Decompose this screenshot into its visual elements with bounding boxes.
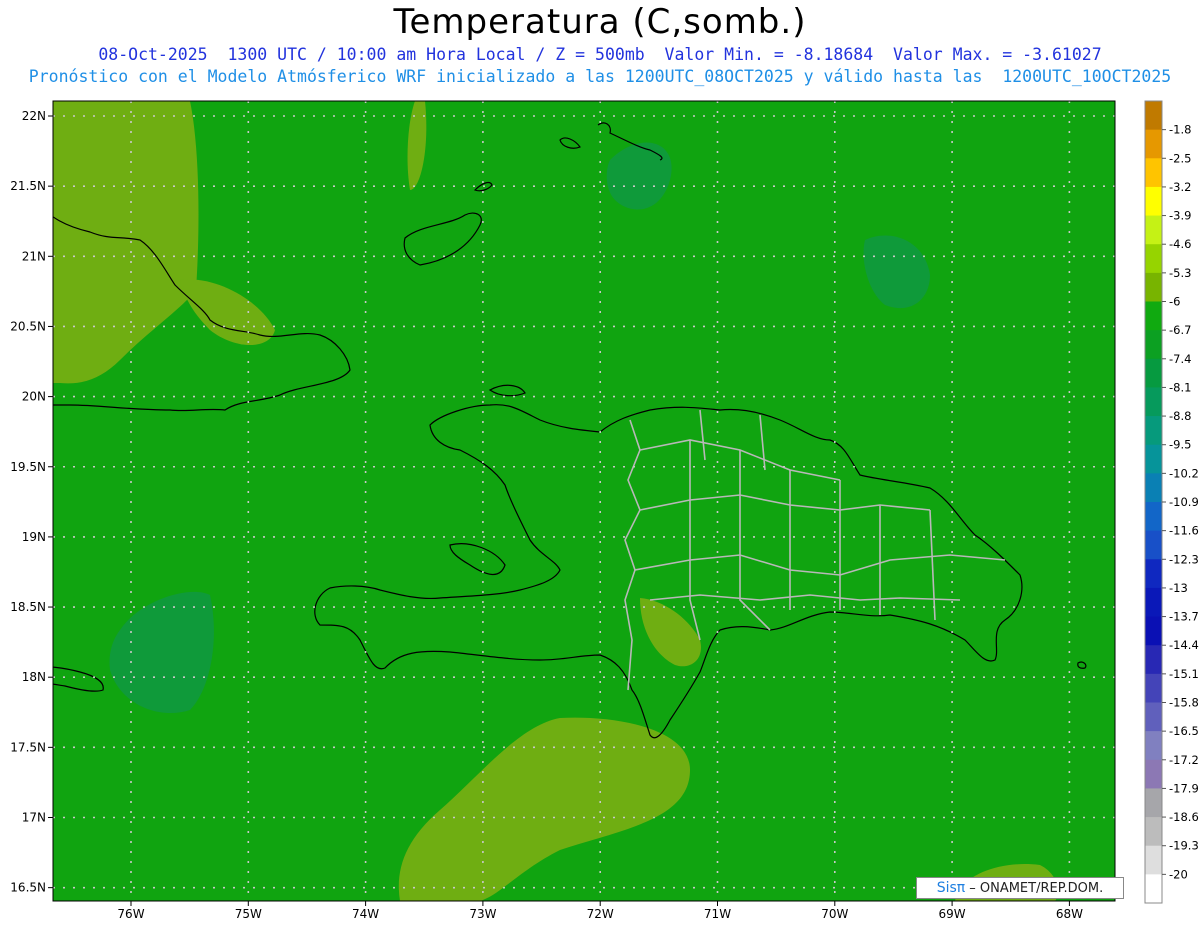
colorbar-label: -10.9 xyxy=(1169,495,1199,509)
colorbar-label: -10.2 xyxy=(1169,466,1199,480)
lon-tick-label: 68W xyxy=(1056,907,1083,921)
colorbar-label: -5.3 xyxy=(1169,266,1191,280)
colorbar-label: -7.4 xyxy=(1169,352,1191,366)
lon-tick-label: 73W xyxy=(469,907,496,921)
lat-tick-label: 20N xyxy=(22,390,46,404)
lat-tick-label: 22N xyxy=(22,109,46,123)
lat-tick-label: 21N xyxy=(22,249,46,263)
lat-tick-label: 17.5N xyxy=(10,740,46,754)
colorbar-label: -9.5 xyxy=(1169,438,1191,452)
credit-box: Sisπ – ONAMET/REP.DOM. xyxy=(916,877,1124,899)
colorbar-label: -17.9 xyxy=(1169,781,1199,795)
colorbar-label: -20 xyxy=(1169,867,1188,881)
lat-tick-label: 16.5N xyxy=(10,881,46,895)
colorbar-label: -6.7 xyxy=(1169,323,1191,337)
colorbar-segment xyxy=(1145,702,1162,732)
colorbar-segment xyxy=(1145,358,1162,388)
colorbar-segment xyxy=(1145,330,1162,360)
lon-tick-label: 70W xyxy=(821,907,848,921)
colorbar-label: -3.2 xyxy=(1169,180,1191,194)
colorbar-segment xyxy=(1145,158,1162,188)
colorbar-label: -18.6 xyxy=(1169,810,1199,824)
colorbar-segment xyxy=(1145,759,1162,789)
colorbar-segment xyxy=(1145,874,1162,904)
colorbar-segment xyxy=(1145,673,1162,703)
lat-tick-label: 17N xyxy=(22,811,46,825)
colorbar-label: -2.5 xyxy=(1169,151,1191,165)
lat-tick-label: 19N xyxy=(22,530,46,544)
colorbar-label: -17.2 xyxy=(1169,753,1199,767)
colorbar-label: -16.5 xyxy=(1169,724,1199,738)
colorbar-label: -1.8 xyxy=(1169,123,1191,137)
lon-tick-label: 71W xyxy=(704,907,731,921)
lon-tick-label: 74W xyxy=(352,907,379,921)
colorbar-segment xyxy=(1145,473,1162,503)
colorbar-label: -19.3 xyxy=(1169,839,1199,853)
lon-tick-label: 72W xyxy=(587,907,614,921)
sispi-logo: Sisπ xyxy=(936,880,966,896)
colorbar-segment xyxy=(1145,215,1162,245)
lat-tick-label: 21.5N xyxy=(10,179,46,193)
lat-tick-label: 18.5N xyxy=(10,600,46,614)
colorbar-segment xyxy=(1145,616,1162,646)
colorbar-segment xyxy=(1145,502,1162,532)
colorbar-label: -12.3 xyxy=(1169,552,1199,566)
colorbar-label: -8.1 xyxy=(1169,380,1191,394)
lon-tick-label: 75W xyxy=(235,907,262,921)
colorbar-segment xyxy=(1145,645,1162,675)
lat-tick-label: 19.5N xyxy=(10,460,46,474)
colorbar-segment xyxy=(1145,587,1162,618)
colorbar-segment xyxy=(1145,301,1162,331)
colorbar-label: -11.6 xyxy=(1169,524,1199,538)
colorbar-label: -14.4 xyxy=(1169,638,1199,652)
colorbar-segment xyxy=(1145,559,1162,589)
colorbar-label: -3.9 xyxy=(1169,209,1191,223)
colorbar-segment xyxy=(1145,788,1162,818)
lon-tick-label: 69W xyxy=(939,907,966,921)
colorbar-segment xyxy=(1145,186,1162,217)
lon-tick-label: 76W xyxy=(117,907,144,921)
credit-text: – ONAMET/REP.DOM. xyxy=(969,880,1104,896)
colorbar-label: -6 xyxy=(1169,295,1180,309)
colorbar-label: -13 xyxy=(1169,581,1188,595)
colorbar-segment xyxy=(1145,129,1162,159)
colorbar-segment xyxy=(1145,387,1162,417)
colorbar-segment xyxy=(1145,416,1162,446)
colorbar-segment xyxy=(1145,444,1162,474)
colorbar-label: -8.8 xyxy=(1169,409,1191,423)
lat-tick-label: 18N xyxy=(22,670,46,684)
lat-tick-label: 20.5N xyxy=(10,319,46,333)
colorbar-segment xyxy=(1145,731,1162,761)
colorbar-segment xyxy=(1145,272,1162,302)
colorbar-segment xyxy=(1145,530,1162,560)
colorbar-label: -15.8 xyxy=(1169,696,1199,710)
colorbar-segment xyxy=(1145,845,1162,875)
colorbar-segment xyxy=(1145,101,1162,131)
colorbar-segment xyxy=(1145,244,1162,274)
colorbar-segment xyxy=(1145,817,1162,847)
temperature-map: 76W 75W 74W 73W 72W 71W 70W 69W 68W 22N 21.5N 21N 20… xyxy=(10,100,1199,921)
colorbar: -1.8 -2.5 -3.2 -3.9 -4.6 -5.3 -6 -6.7 -7.4 -8.1 -8… xyxy=(1144,100,1199,904)
colorbar-label: -4.6 xyxy=(1169,237,1191,251)
colorbar-label: -13.7 xyxy=(1169,610,1199,624)
colorbar-label: -15.1 xyxy=(1169,667,1199,681)
